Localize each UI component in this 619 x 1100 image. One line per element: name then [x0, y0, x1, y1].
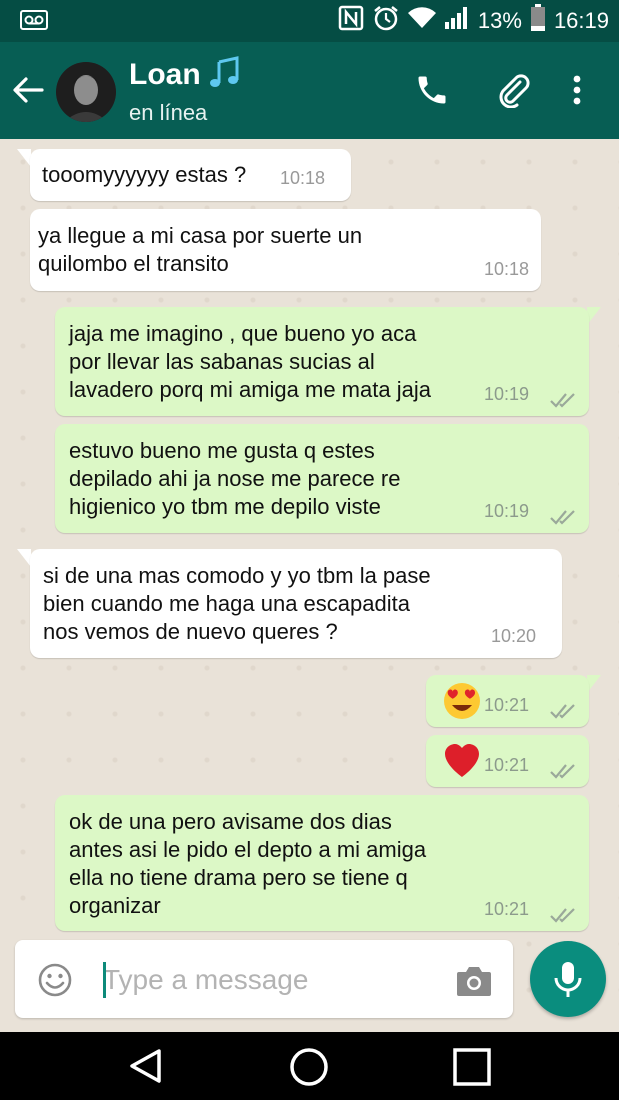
wifi-icon [407, 7, 436, 35]
alarm-icon [372, 4, 400, 38]
double-check-icon [549, 388, 577, 408]
message-time: 10:21 [483, 755, 529, 775]
message-time: 10:21 [483, 899, 529, 919]
system-nav-bar [0, 1032, 619, 1100]
message-incoming[interactable]: si de una mas comodo y yo tbm la pase bi… [30, 549, 562, 658]
message-composer [15, 940, 513, 1018]
message-text: tooomyyyyyy estas ? [42, 162, 247, 187]
message-outgoing[interactable]: 10:21 [426, 675, 589, 727]
message-incoming[interactable]: tooomyyyyyy estas ? 10:18 [30, 149, 351, 201]
contact-name[interactable]: Loan [129, 58, 201, 92]
microphone-icon [554, 962, 582, 997]
message-outgoing[interactable]: jaja me imagino , que bueno yo aca por l… [55, 307, 589, 416]
message-time: 10:18 [279, 168, 325, 188]
double-check-icon [549, 759, 577, 779]
message-time: 10:19 [483, 384, 529, 404]
message-time: 10:20 [490, 626, 536, 646]
message-text: estuvo bueno me gusta q estes depilado a… [69, 438, 401, 519]
nav-recents-icon[interactable] [452, 1047, 492, 1087]
emoji-icon[interactable] [37, 962, 73, 998]
microphone-button[interactable] [530, 941, 606, 1017]
phone-icon[interactable] [414, 72, 450, 108]
paperclip-icon[interactable] [496, 72, 532, 109]
text-cursor [103, 962, 106, 998]
message-time: 10:19 [483, 501, 529, 521]
battery-percent: 13% [477, 8, 522, 33]
nav-home-icon[interactable] [288, 1046, 330, 1088]
double-check-icon [549, 903, 577, 923]
message-outgoing[interactable]: 10:21 [426, 735, 589, 787]
double-check-icon [549, 505, 577, 525]
contact-status: en línea [129, 100, 208, 125]
nfc-icon [338, 5, 364, 37]
voicemail-icon [20, 10, 48, 35]
message-outgoing[interactable]: ok de una pero avisame dos dias antes as… [55, 795, 589, 931]
music-note-icon [207, 56, 241, 90]
message-input[interactable] [87, 954, 447, 1006]
clock: 16:19 [553, 8, 609, 33]
heart-eyes-emoji [442, 681, 482, 721]
more-vert-icon[interactable] [565, 72, 589, 108]
signal-icon [444, 6, 470, 36]
message-time: 10:21 [483, 695, 529, 715]
bubble-tail [587, 675, 601, 693]
nav-back-icon[interactable] [126, 1046, 166, 1086]
message-text: ya llegue a mi casa por suerte un quilom… [38, 223, 363, 276]
message-time: 10:18 [483, 259, 529, 279]
message-text: ok de una pero avisame dos dias antes as… [69, 809, 427, 918]
back-arrow-icon[interactable] [10, 72, 46, 108]
message-text: jaja me imagino , que bueno yo aca por l… [69, 321, 431, 402]
bubble-tail [17, 149, 31, 167]
chat-header: Loan en línea [0, 42, 619, 139]
chat-area[interactable]: tooomyyyyyy estas ? 10:18 ya llegue a mi… [0, 139, 619, 1032]
avatar[interactable] [56, 62, 116, 122]
red-heart-emoji [442, 741, 482, 781]
status-bar: 13% 16:19 [0, 0, 619, 42]
bubble-tail [587, 307, 601, 325]
bubble-tail [17, 549, 31, 567]
camera-icon[interactable] [455, 964, 493, 998]
message-incoming[interactable]: ya llegue a mi casa por suerte un quilom… [30, 209, 541, 291]
battery-icon [530, 4, 546, 38]
double-check-icon [549, 699, 577, 719]
message-outgoing[interactable]: estuvo bueno me gusta q estes depilado a… [55, 424, 589, 533]
message-text: si de una mas comodo y yo tbm la pase bi… [43, 563, 431, 644]
